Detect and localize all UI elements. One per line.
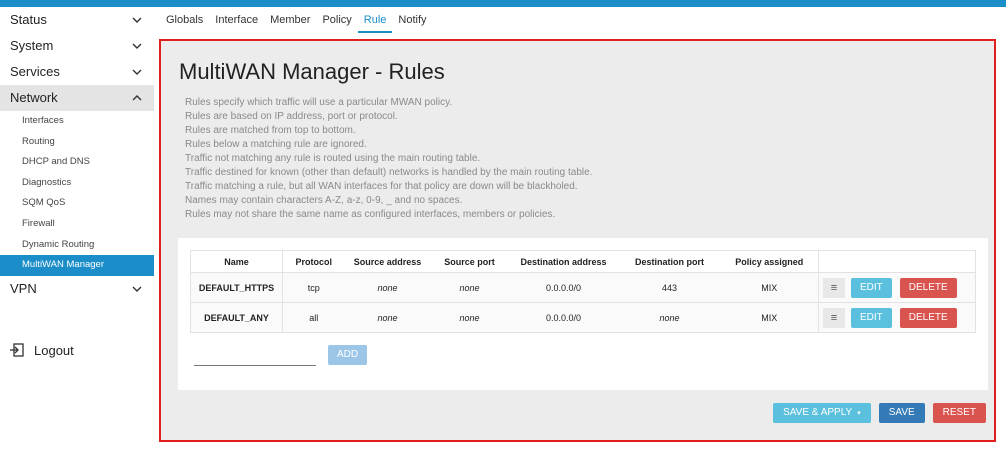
description-line: Traffic matching a rule, but all WAN int… (185, 181, 578, 192)
new-rule-name-input[interactable] (194, 346, 316, 366)
cell-destination-address: 0.0.0.0/0 (508, 302, 619, 333)
rules-card: Name Protocol Source address Source port… (178, 238, 988, 390)
save-apply-button[interactable]: SAVE & APPLY ▾ (773, 403, 871, 423)
drag-handle-icon[interactable]: ≡ (823, 277, 845, 298)
cell-protocol: all (282, 302, 345, 333)
sidebar-menu-label: Status (10, 12, 47, 27)
edit-button[interactable]: EDIT (851, 277, 892, 298)
edit-button[interactable]: EDIT (851, 307, 892, 328)
page-title: MultiWAN Manager - Rules (179, 59, 445, 84)
sidebar-item-sqm-qos[interactable]: SQM QoS (0, 193, 154, 214)
tab-notify[interactable]: Notify (392, 14, 432, 33)
tab-bar: Globals Interface Member Policy Rule Not… (160, 7, 433, 33)
page-description: Rules specify which traffic will use a p… (185, 96, 592, 222)
sidebar-menu-label: VPN (10, 280, 37, 296)
tab-globals[interactable]: Globals (160, 14, 209, 33)
description-line: Rules specify which traffic will use a p… (185, 97, 453, 108)
description-line: Traffic not matching any rule is routed … (185, 153, 481, 164)
logout-link[interactable]: Logout (10, 340, 74, 360)
sidebar-item-firewall[interactable]: Firewall (0, 214, 154, 235)
cell-source-port: none (430, 302, 509, 333)
sidebar-menu-label: Network (10, 90, 58, 105)
column-header-destination-address: Destination address (508, 250, 619, 273)
cell-actions: ≡ EDIT DELETE (818, 272, 976, 303)
logout-label: Logout (34, 342, 74, 358)
save-apply-label: SAVE & APPLY (783, 407, 853, 418)
cell-destination-port: none (618, 302, 721, 333)
description-line: Rules are based on IP address, port or p… (185, 111, 398, 122)
cell-source-port: none (430, 272, 509, 303)
chevron-down-icon (132, 284, 142, 294)
cell-name: DEFAULT_ANY (190, 302, 283, 333)
chevron-up-icon (132, 93, 142, 103)
reset-button[interactable]: RESET (932, 403, 986, 423)
cell-source-address: none (344, 302, 431, 333)
sidebar-item-dhcp-dns[interactable]: DHCP and DNS (0, 152, 154, 173)
sidebar-item-multiwan-manager[interactable]: MultiWAN Manager (0, 255, 154, 276)
column-header-source-address: Source address (344, 250, 431, 273)
description-line: Traffic destined for known (other than d… (185, 167, 593, 178)
cell-policy-assigned: MIX (720, 302, 819, 333)
column-header-protocol: Protocol (282, 250, 345, 273)
table-row: DEFAULT_HTTPS tcp none none 0.0.0.0/0 44… (190, 272, 976, 303)
chevron-down-icon (132, 41, 142, 51)
top-accent-bar (0, 0, 1006, 7)
delete-button[interactable]: DELETE (899, 307, 957, 328)
column-header-destination-port: Destination port (618, 250, 721, 273)
sidebar-item-diagnostics[interactable]: Diagnostics (0, 173, 154, 194)
description-line: Rules below a matching rule are ignored. (185, 139, 367, 150)
tab-policy[interactable]: Policy (316, 14, 357, 33)
sidebar-item-routing[interactable]: Routing (0, 132, 154, 153)
cell-destination-port: 443 (618, 272, 721, 303)
caret-down-icon: ▾ (857, 410, 861, 417)
sidebar-item-dynamic-routing[interactable]: Dynamic Routing (0, 235, 154, 256)
footer-actions: SAVE & APPLY ▾ SAVE RESET (765, 403, 986, 423)
cell-protocol: tcp (282, 272, 345, 303)
table-row: DEFAULT_ANY all none none 0.0.0.0/0 none… (190, 302, 976, 333)
sidebar-menu-network[interactable]: Network (0, 85, 154, 111)
delete-button[interactable]: DELETE (899, 277, 957, 298)
sidebar-menu-label: Services (10, 64, 60, 79)
sidebar-item-interfaces[interactable]: Interfaces (0, 111, 154, 132)
logout-icon (10, 343, 24, 357)
cell-actions: ≡ EDIT DELETE (818, 302, 976, 333)
main-panel: MultiWAN Manager - Rules Rules specify w… (159, 39, 996, 442)
tab-rule[interactable]: Rule (357, 14, 393, 33)
sidebar: Status System Services Network Interface… (0, 7, 154, 451)
cell-name: DEFAULT_HTTPS (190, 272, 283, 303)
save-button[interactable]: SAVE (878, 403, 925, 423)
add-button[interactable]: ADD (328, 345, 368, 365)
column-header-name: Name (190, 250, 283, 273)
description-line: Rules may not share the same name as con… (185, 209, 556, 220)
table-header-row: Name Protocol Source address Source port… (190, 250, 976, 273)
chevron-down-icon (132, 67, 142, 77)
column-header-policy-assigned: Policy assigned (720, 250, 819, 273)
drag-handle-icon[interactable]: ≡ (823, 307, 845, 328)
sidebar-menu-status[interactable]: Status (0, 7, 154, 33)
rules-table: Name Protocol Source address Source port… (190, 250, 976, 333)
cell-source-address: none (344, 272, 431, 303)
column-header-actions (818, 250, 976, 273)
column-header-source-port: Source port (430, 250, 509, 273)
chevron-down-icon (132, 15, 142, 25)
tab-interface[interactable]: Interface (209, 14, 264, 33)
description-line: Rules are matched from top to bottom. (185, 125, 356, 136)
tab-member[interactable]: Member (264, 14, 316, 33)
cell-policy-assigned: MIX (720, 272, 819, 303)
cell-destination-address: 0.0.0.0/0 (508, 272, 619, 303)
description-line: Names may contain characters A-Z, a-z, 0… (185, 195, 463, 206)
sidebar-menu-services[interactable]: Services (0, 59, 154, 85)
sidebar-menu-vpn[interactable]: VPN (0, 276, 154, 302)
sidebar-menu-system[interactable]: System (0, 33, 154, 59)
sidebar-menu-label: System (10, 38, 54, 53)
